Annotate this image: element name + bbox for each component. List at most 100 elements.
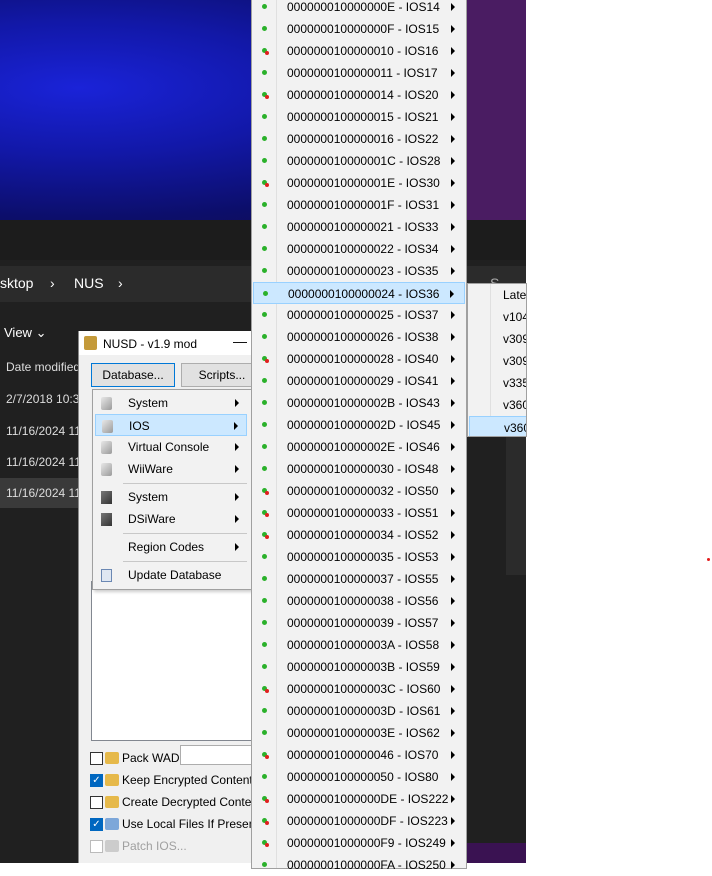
ios-menu-item-label: 000000010000003E - IOS62 (287, 726, 440, 740)
submenu-arrow-icon (451, 333, 455, 341)
file-date: 11/16/2024 11 (6, 424, 81, 438)
explorer-scrollbar[interactable] (506, 420, 526, 575)
ios-menu-item[interactable]: 0000000100000032 - IOS50 (253, 480, 465, 502)
database-button[interactable]: Database... (91, 363, 175, 387)
status-green-red-icon (262, 356, 269, 363)
status-green-icon (262, 598, 267, 603)
create-decrypted-checkbox[interactable] (90, 796, 103, 809)
version-menu-item-label: v3351 (503, 376, 526, 390)
status-green-icon (262, 466, 267, 471)
ios-menu-item[interactable]: 0000000100000016 - IOS22 (253, 128, 465, 150)
version-menu-item[interactable]: Latest (469, 284, 526, 306)
ios-menu-item[interactable]: 0000000100000039 - IOS57 (253, 612, 465, 634)
ios-menu-item[interactable]: 000000010000001E - IOS30 (253, 172, 465, 194)
menu-item-wii-system[interactable]: System (95, 392, 247, 414)
ios-menu-item[interactable]: 00000001000000DE - IOS222 (253, 788, 465, 810)
submenu-arrow-icon (235, 493, 239, 501)
submenu-arrow-icon (451, 223, 455, 231)
ios-menu-item[interactable]: 0000000100000037 - IOS55 (253, 568, 465, 590)
ios-menu-item[interactable]: 000000010000002B - IOS43 (253, 392, 465, 414)
ios-menu-item[interactable]: 000000010000001F - IOS31 (253, 194, 465, 216)
ios-menu-item[interactable]: 0000000100000035 - IOS53 (253, 546, 465, 568)
ios-menu-item[interactable]: 0000000100000030 - IOS48 (253, 458, 465, 480)
submenu-arrow-icon (451, 575, 455, 583)
nusd-output-list[interactable] (91, 581, 253, 741)
breadcrumb-nus[interactable]: NUS (74, 275, 104, 291)
menu-item-label: System (128, 396, 169, 410)
ios-menu-item-label: 0000000100000050 - IOS80 (287, 770, 439, 784)
ios-menu-item[interactable]: 0000000100000025 - IOS37 (253, 304, 465, 326)
menu-item-wiiware[interactable]: WiiWare (95, 458, 247, 480)
version-menu-item[interactable]: v3608 (469, 416, 526, 436)
pack-wad-filename-input[interactable] (180, 745, 262, 765)
ios-menu-item[interactable]: 000000010000003B - IOS59 (253, 656, 465, 678)
ios-menu-item[interactable]: 00000001000000FA - IOS250 (253, 854, 465, 876)
ios-menu-item[interactable]: 000000010000003C - IOS60 (253, 678, 465, 700)
ios-menu-item[interactable]: 000000010000002D - IOS45 (253, 414, 465, 436)
minimize-button[interactable]: — (233, 333, 247, 349)
ios-menu-item[interactable]: 0000000100000014 - IOS20 (253, 84, 465, 106)
ios-menu-item[interactable]: 0000000100000034 - IOS52 (253, 524, 465, 546)
ios-menu-item[interactable]: 0000000100000026 - IOS38 (253, 326, 465, 348)
nusd-title: NUSD - v1.9 mod (103, 337, 198, 351)
status-green-red-icon (262, 796, 269, 803)
ios-menu-item-label: 0000000100000010 - IOS16 (287, 44, 439, 58)
breadcrumb-desktop[interactable]: sktop (0, 275, 33, 291)
column-header-date-modified[interactable]: Date modified (6, 360, 80, 374)
version-menu-item[interactable]: v3607 (469, 394, 526, 416)
view-button[interactable]: View ⌄ (4, 325, 46, 341)
version-menu-item[interactable]: v3351 (469, 372, 526, 394)
submenu-arrow-icon (451, 443, 455, 451)
menu-item-virtual-console[interactable]: Virtual Console (95, 436, 247, 458)
dsi-icon (101, 491, 112, 504)
menu-item-label: WiiWare (128, 462, 173, 476)
ios-menu-item[interactable]: 0000000100000050 - IOS80 (253, 766, 465, 788)
ios-menu-item[interactable]: 0000000100000023 - IOS35 (253, 260, 465, 282)
ios-menu-item[interactable]: 00000001000000F9 - IOS249 (253, 832, 465, 854)
ios-menu-item[interactable]: 0000000100000033 - IOS51 (253, 502, 465, 524)
ios-menu-item[interactable]: 0000000100000029 - IOS41 (253, 370, 465, 392)
ios-menu-item[interactable]: 0000000100000021 - IOS33 (253, 216, 465, 238)
status-green-icon (262, 224, 267, 229)
menu-item-ios[interactable]: IOS (95, 414, 247, 436)
ios-menu-item[interactable]: 000000010000001C - IOS28 (253, 150, 465, 172)
menu-item-label: System (128, 490, 169, 504)
patch-ios-label: Patch IOS... (122, 839, 187, 853)
version-menu-item[interactable]: v3094 (469, 350, 526, 372)
ios-menu-item[interactable]: 0000000100000028 - IOS40 (253, 348, 465, 370)
ios-menu-item[interactable]: 0000000100000024 - IOS36 (253, 282, 465, 304)
ios-menu-item[interactable]: 000000010000000E - IOS14 (253, 0, 465, 18)
version-menu-item-label: v1042 (503, 310, 526, 324)
menu-item-dsiware[interactable]: DSiWare (95, 508, 247, 530)
status-green-red-icon (262, 840, 269, 847)
ios-menu-item[interactable]: 000000010000003E - IOS62 (253, 722, 465, 744)
status-green-icon (262, 642, 267, 647)
ios-menu-item[interactable]: 0000000100000011 - IOS17 (253, 62, 465, 84)
patch-ios-checkbox[interactable] (90, 840, 103, 853)
version-menu-item[interactable]: v1042 (469, 306, 526, 328)
ios-menu-item[interactable]: 0000000100000015 - IOS21 (253, 106, 465, 128)
ios-menu-item[interactable]: 0000000100000046 - IOS70 (253, 744, 465, 766)
ios-menu-item[interactable]: 000000010000002E - IOS46 (253, 436, 465, 458)
pack-wad-checkbox[interactable] (90, 752, 103, 765)
create-decrypted-label: Create Decrypted Contents (122, 795, 268, 809)
keep-encrypted-checkbox[interactable]: ✓ (90, 774, 103, 787)
ios-menu-item[interactable]: 0000000100000038 - IOS56 (253, 590, 465, 612)
submenu-arrow-icon (451, 663, 455, 671)
submenu-arrow-icon (235, 465, 239, 473)
status-green-icon (262, 136, 267, 141)
menu-item-update-database[interactable]: Update Database (95, 564, 247, 586)
ios-menu-item[interactable]: 0000000100000010 - IOS16 (253, 40, 465, 62)
ios-menu-item[interactable]: 000000010000000F - IOS15 (253, 18, 465, 40)
nusd-app-icon (84, 336, 97, 350)
menu-item-dsi-system[interactable]: System (95, 486, 247, 508)
ios-menu-item[interactable]: 00000001000000DF - IOS223 (253, 810, 465, 832)
submenu-arrow-icon (451, 641, 455, 649)
use-local-files-checkbox[interactable]: ✓ (90, 818, 103, 831)
ios-menu-item[interactable]: 0000000100000022 - IOS34 (253, 238, 465, 260)
ios-menu-item[interactable]: 000000010000003D - IOS61 (253, 700, 465, 722)
menu-item-region-codes[interactable]: Region Codes (95, 536, 247, 558)
version-menu-item[interactable]: v3094 (469, 328, 526, 350)
submenu-arrow-icon (450, 290, 454, 298)
ios-menu-item[interactable]: 000000010000003A - IOS58 (253, 634, 465, 656)
